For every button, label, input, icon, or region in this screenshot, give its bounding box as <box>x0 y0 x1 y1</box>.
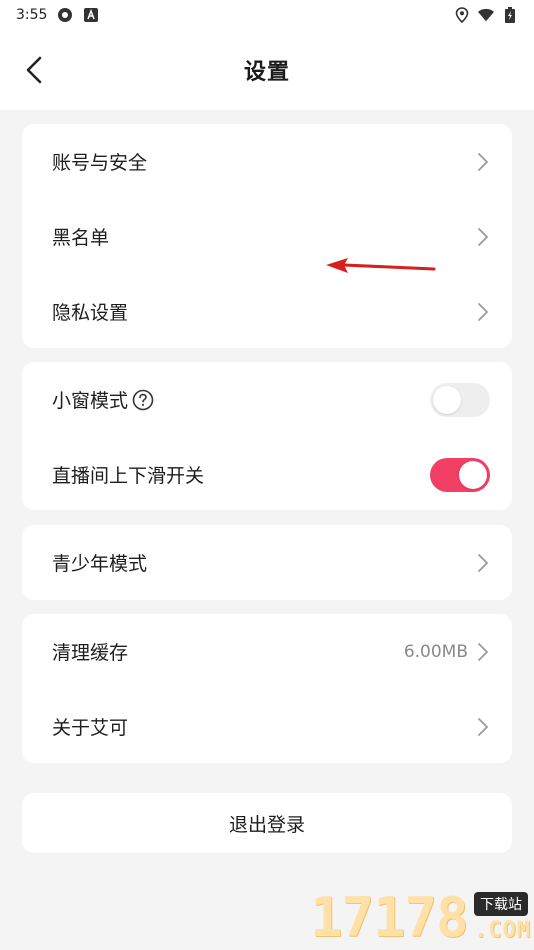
youth-mode-row[interactable]: 青少年模式 <box>22 525 512 600</box>
watermark-badge: 下载站 <box>474 892 528 916</box>
privacy-settings-row[interactable]: 隐私设置 <box>22 274 512 349</box>
battery-icon <box>502 7 518 23</box>
row-label: 隐私设置 <box>52 302 129 324</box>
chevron-right-icon <box>476 302 490 322</box>
row-right: 6.00MB <box>404 642 490 662</box>
toggle-knob <box>433 385 461 414</box>
clear-cache-row[interactable]: 清理缓存 6.00MB <box>22 614 512 689</box>
row-label: 小窗模式 <box>52 390 129 412</box>
about-app-row[interactable]: 关于艾可 <box>22 689 512 764</box>
chevron-right-icon <box>476 642 490 662</box>
live-swipe-toggle[interactable] <box>430 457 490 492</box>
back-button[interactable] <box>16 52 52 88</box>
row-right <box>476 227 490 247</box>
account-card: 账号与安全 黑名单 隐私设置 <box>22 124 512 348</box>
site-watermark: 17178 下载站 .COM <box>306 880 534 950</box>
location-icon <box>454 7 470 23</box>
status-right <box>454 7 518 23</box>
row-label: 直播间上下滑开关 <box>52 465 205 487</box>
question-circle-icon[interactable] <box>132 389 154 411</box>
playback-card: 小窗模式 直播间上下滑开关 <box>22 362 512 510</box>
row-right <box>476 717 490 737</box>
notification-a-icon <box>83 7 99 23</box>
vpn-shield-icon <box>57 7 73 23</box>
watermark-suffix: .COM <box>474 918 531 943</box>
chevron-right-icon <box>476 227 490 247</box>
row-label: 黑名单 <box>52 227 110 249</box>
status-bar: 3:55 <box>0 0 534 30</box>
about-card: 清理缓存 6.00MB 关于艾可 <box>22 614 512 763</box>
status-time: 3:55 <box>16 7 48 23</box>
small-window-toggle[interactable] <box>430 382 490 417</box>
logout-button[interactable]: 退出登录 <box>22 793 512 853</box>
row-label: 清理缓存 <box>52 642 129 664</box>
chevron-right-icon <box>476 717 490 737</box>
watermark-digits: 17178 <box>310 886 469 949</box>
wifi-icon <box>478 7 494 23</box>
account-security-row[interactable]: 账号与安全 <box>22 124 512 199</box>
cache-size-value: 6.00MB <box>403 641 468 662</box>
row-label: 账号与安全 <box>52 152 148 174</box>
row-label: 关于艾可 <box>52 717 129 739</box>
row-label: 青少年模式 <box>52 553 148 575</box>
settings-page: 3:55 设置 账号与安全 黑名单 隐私设置 小窗模式 直播间上下滑开关 青少年… <box>0 0 534 950</box>
chevron-left-icon <box>26 56 42 84</box>
row-right <box>476 152 490 172</box>
row-right <box>476 302 490 322</box>
app-header: 设置 <box>0 30 534 110</box>
row-right <box>430 457 490 492</box>
logout-label: 退出登录 <box>228 813 305 836</box>
toggle-knob <box>459 460 487 489</box>
status-left: 3:55 <box>16 7 99 23</box>
chevron-right-icon <box>476 553 490 573</box>
row-right <box>476 553 490 573</box>
red-arrow-icon <box>326 258 436 273</box>
row-right <box>430 382 490 417</box>
chevron-right-icon <box>476 152 490 172</box>
blacklist-row[interactable]: 黑名单 <box>22 199 512 274</box>
page-title: 设置 <box>243 60 290 85</box>
live-swipe-row: 直播间上下滑开关 <box>22 437 512 512</box>
small-window-row: 小窗模式 <box>22 362 512 437</box>
youth-card: 青少年模式 <box>22 525 512 600</box>
